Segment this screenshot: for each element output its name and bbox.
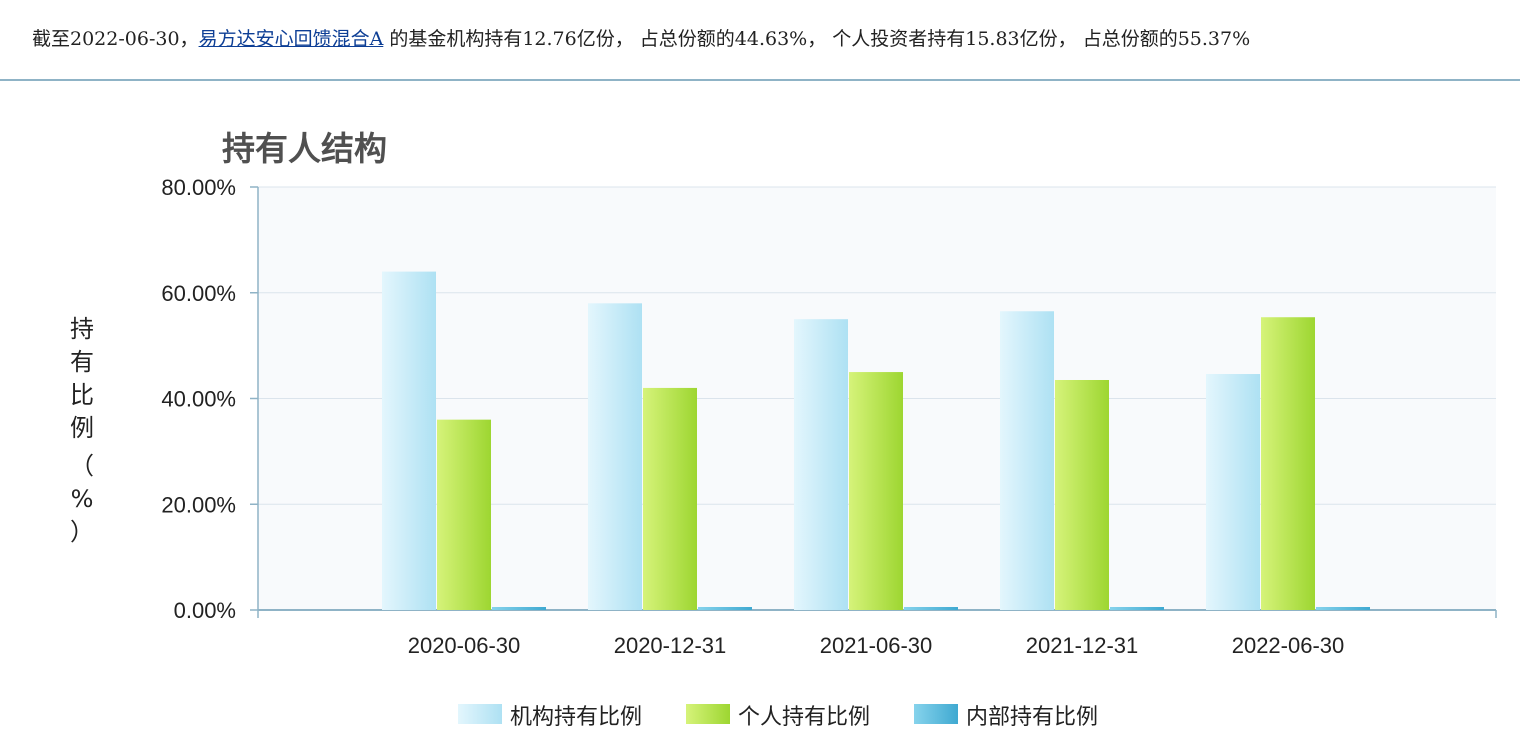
legend-swatch-2 xyxy=(914,704,958,724)
x-tick-label: 2022-06-30 xyxy=(1232,633,1345,658)
bar-individual xyxy=(1261,317,1315,610)
y-tick-label: 20.00% xyxy=(161,492,236,517)
fund-link[interactable]: 易方达安心回馈混合A xyxy=(199,28,384,50)
x-tick-label: 2020-06-30 xyxy=(408,633,521,658)
x-tick-label: 2020-12-31 xyxy=(614,633,727,658)
legend-swatch-1 xyxy=(686,704,730,724)
holder-structure-chart: 持有人结构 0.00% 20.00% 40.00% 60.00% 80.00% 持有比例（%… xyxy=(70,129,1497,730)
x-tick-label: 2021-06-30 xyxy=(820,633,933,658)
summary-suffix: 的基金机构持有12.76亿份， 占总份额的44.63%， 个人投资者持有15.8… xyxy=(383,28,1251,50)
summary-prefix: 截至2022-06-30， xyxy=(32,28,199,50)
bar-individual xyxy=(437,419,491,610)
bar-institution xyxy=(1000,311,1054,610)
bar-individual xyxy=(1055,379,1109,610)
y-tick-label: 0.00% xyxy=(174,598,236,623)
bar-institution xyxy=(794,319,848,610)
bar-internal xyxy=(1110,607,1164,610)
bar-internal xyxy=(698,607,752,610)
y-tick-label: 80.00% xyxy=(161,175,236,200)
legend-label-2: 内部持有比例 xyxy=(966,705,1098,730)
bar-internal xyxy=(1316,607,1370,610)
legend-swatch-0 xyxy=(458,704,502,724)
bar-institution xyxy=(382,271,436,610)
bar-institution xyxy=(1206,374,1260,610)
legend-label-0: 机构持有比例 xyxy=(510,705,642,730)
summary-text: 截至2022-06-30，易方达安心回馈混合A 的基金机构持有12.76亿份， … xyxy=(32,24,1502,54)
y-tick-label: 60.00% xyxy=(161,281,236,306)
legend-label-1: 个人持有比例 xyxy=(738,705,870,730)
bar-internal xyxy=(904,607,958,610)
bar-internal xyxy=(492,607,546,610)
bar-individual xyxy=(643,387,697,610)
y-tick-label: 40.00% xyxy=(161,387,236,412)
y-axis-label: 持有比例（%） xyxy=(70,315,94,546)
bar-individual xyxy=(849,372,903,610)
divider xyxy=(0,79,1520,81)
x-tick-label: 2021-12-31 xyxy=(1026,633,1139,658)
bar-institution xyxy=(588,303,642,610)
chart-title: 持有人结构 xyxy=(222,129,387,168)
